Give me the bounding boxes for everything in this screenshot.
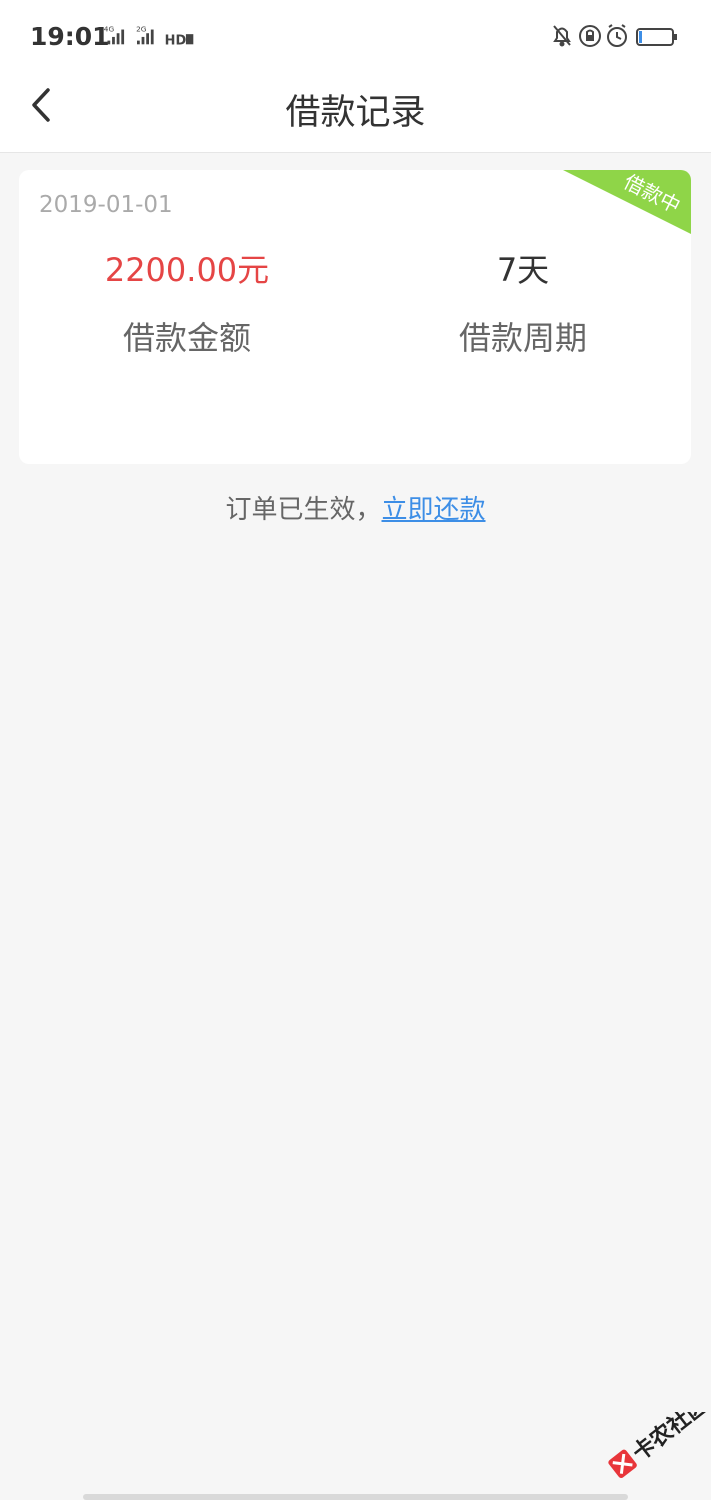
bell-muted-icon	[553, 25, 571, 47]
status-bar: 19:01 4G 2G HD	[0, 0, 711, 70]
status-icons	[553, 24, 677, 47]
amount-column: 2200.00元 借款金额	[19, 248, 355, 360]
loan-period: 7天	[496, 251, 550, 289]
svg-text:HD: HD	[165, 33, 187, 48]
loan-date: 2019-01-01	[39, 192, 173, 218]
battery-icon	[636, 28, 677, 46]
alarm-icon	[607, 24, 627, 47]
status-badge: 借款中	[563, 170, 691, 234]
loan-period-label: 借款周期	[458, 319, 587, 357]
gesture-bar[interactable]	[83, 1494, 628, 1500]
page-title: 借款记录	[285, 93, 426, 133]
svg-text:4G: 4G	[104, 24, 115, 33]
notice-text: 订单已生效，	[225, 495, 382, 525]
loan-amount: 2200.00元	[104, 251, 270, 289]
order-notice: 订单已生效，立即还款	[0, 489, 711, 526]
period-column: 7天 借款周期	[355, 248, 691, 360]
watermark-logo: 卡农社区	[608, 1412, 708, 1479]
loan-record-card[interactable]: 2019-01-01 借款中 2200.00元 借款金额 7天 借款周期	[19, 170, 691, 464]
loan-amount-label: 借款金额	[122, 319, 251, 357]
network-signal-icon: 4G 2G HD	[104, 24, 194, 48]
svg-text:卡农社区: 卡农社区	[628, 1412, 708, 1466]
repay-now-link[interactable]: 立即还款	[382, 495, 486, 525]
rotation-lock-icon	[579, 25, 601, 47]
svg-text:2G: 2G	[136, 24, 147, 33]
nav-bar: 借款记录	[0, 70, 711, 153]
